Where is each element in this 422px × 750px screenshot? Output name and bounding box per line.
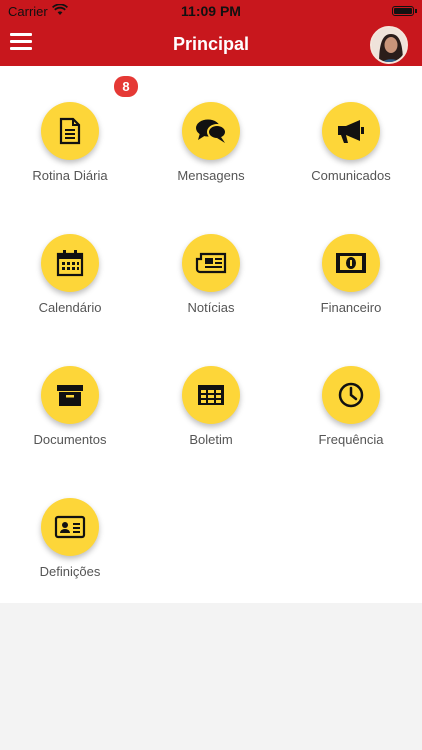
menu-item-definicoes[interactable]: Definições — [0, 498, 140, 608]
menu-item-calendario[interactable]: Calendário — [0, 234, 140, 344]
chat-bubbles-icon — [182, 102, 240, 160]
document-icon — [41, 102, 99, 160]
menu-item-financeiro[interactable]: Financeiro — [281, 234, 421, 344]
menu-item-label: Boletim — [189, 432, 233, 447]
menu-item-label: Frequência — [318, 432, 384, 447]
id-card-icon — [41, 498, 99, 556]
menu-item-label: Rotina Diária — [32, 168, 108, 183]
page-title: Principal — [172, 34, 250, 54]
table-grid-icon — [182, 366, 240, 424]
menu-item-rotina-diaria[interactable]: Rotina Diária — [0, 102, 140, 212]
menu-item-comunicados[interactable]: Comunicados — [281, 102, 421, 212]
menu-item-mensagens[interactable]: Mensagens — [141, 102, 281, 212]
calendar-icon — [41, 234, 99, 292]
menu-item-noticias[interactable]: Notícias — [141, 234, 281, 344]
archive-box-icon — [41, 366, 99, 424]
menu-item-label: Documentos — [33, 432, 107, 447]
menu-item-label: Comunicados — [311, 168, 391, 183]
battery-icon — [392, 6, 417, 16]
money-bill-icon — [322, 234, 380, 292]
menu-item-boletim[interactable]: Boletim — [141, 366, 281, 476]
clock-icon — [322, 366, 380, 424]
newspaper-icon — [182, 234, 240, 292]
megaphone-icon — [322, 102, 380, 160]
menu-item-documentos[interactable]: Documentos — [0, 366, 140, 476]
menu-item-label: Notícias — [187, 300, 235, 315]
menu-item-label: Definições — [39, 564, 101, 579]
menu-item-frequencia[interactable]: Frequência — [281, 366, 421, 476]
status-bar: Carrier 11:09 PM — [0, 0, 422, 22]
avatar[interactable] — [370, 26, 408, 64]
main-grid: Rotina Diária Mensagens Comunicados Cale… — [0, 66, 422, 603]
menu-item-label: Mensagens — [177, 168, 245, 183]
menu-item-label: Financeiro — [320, 300, 382, 315]
top-bar: Carrier 11:09 PM Principal — [0, 0, 422, 66]
notification-badge: 8 — [114, 76, 138, 97]
clock-time: 11:09 PM — [181, 3, 241, 19]
menu-item-label: Calendário — [38, 300, 102, 315]
